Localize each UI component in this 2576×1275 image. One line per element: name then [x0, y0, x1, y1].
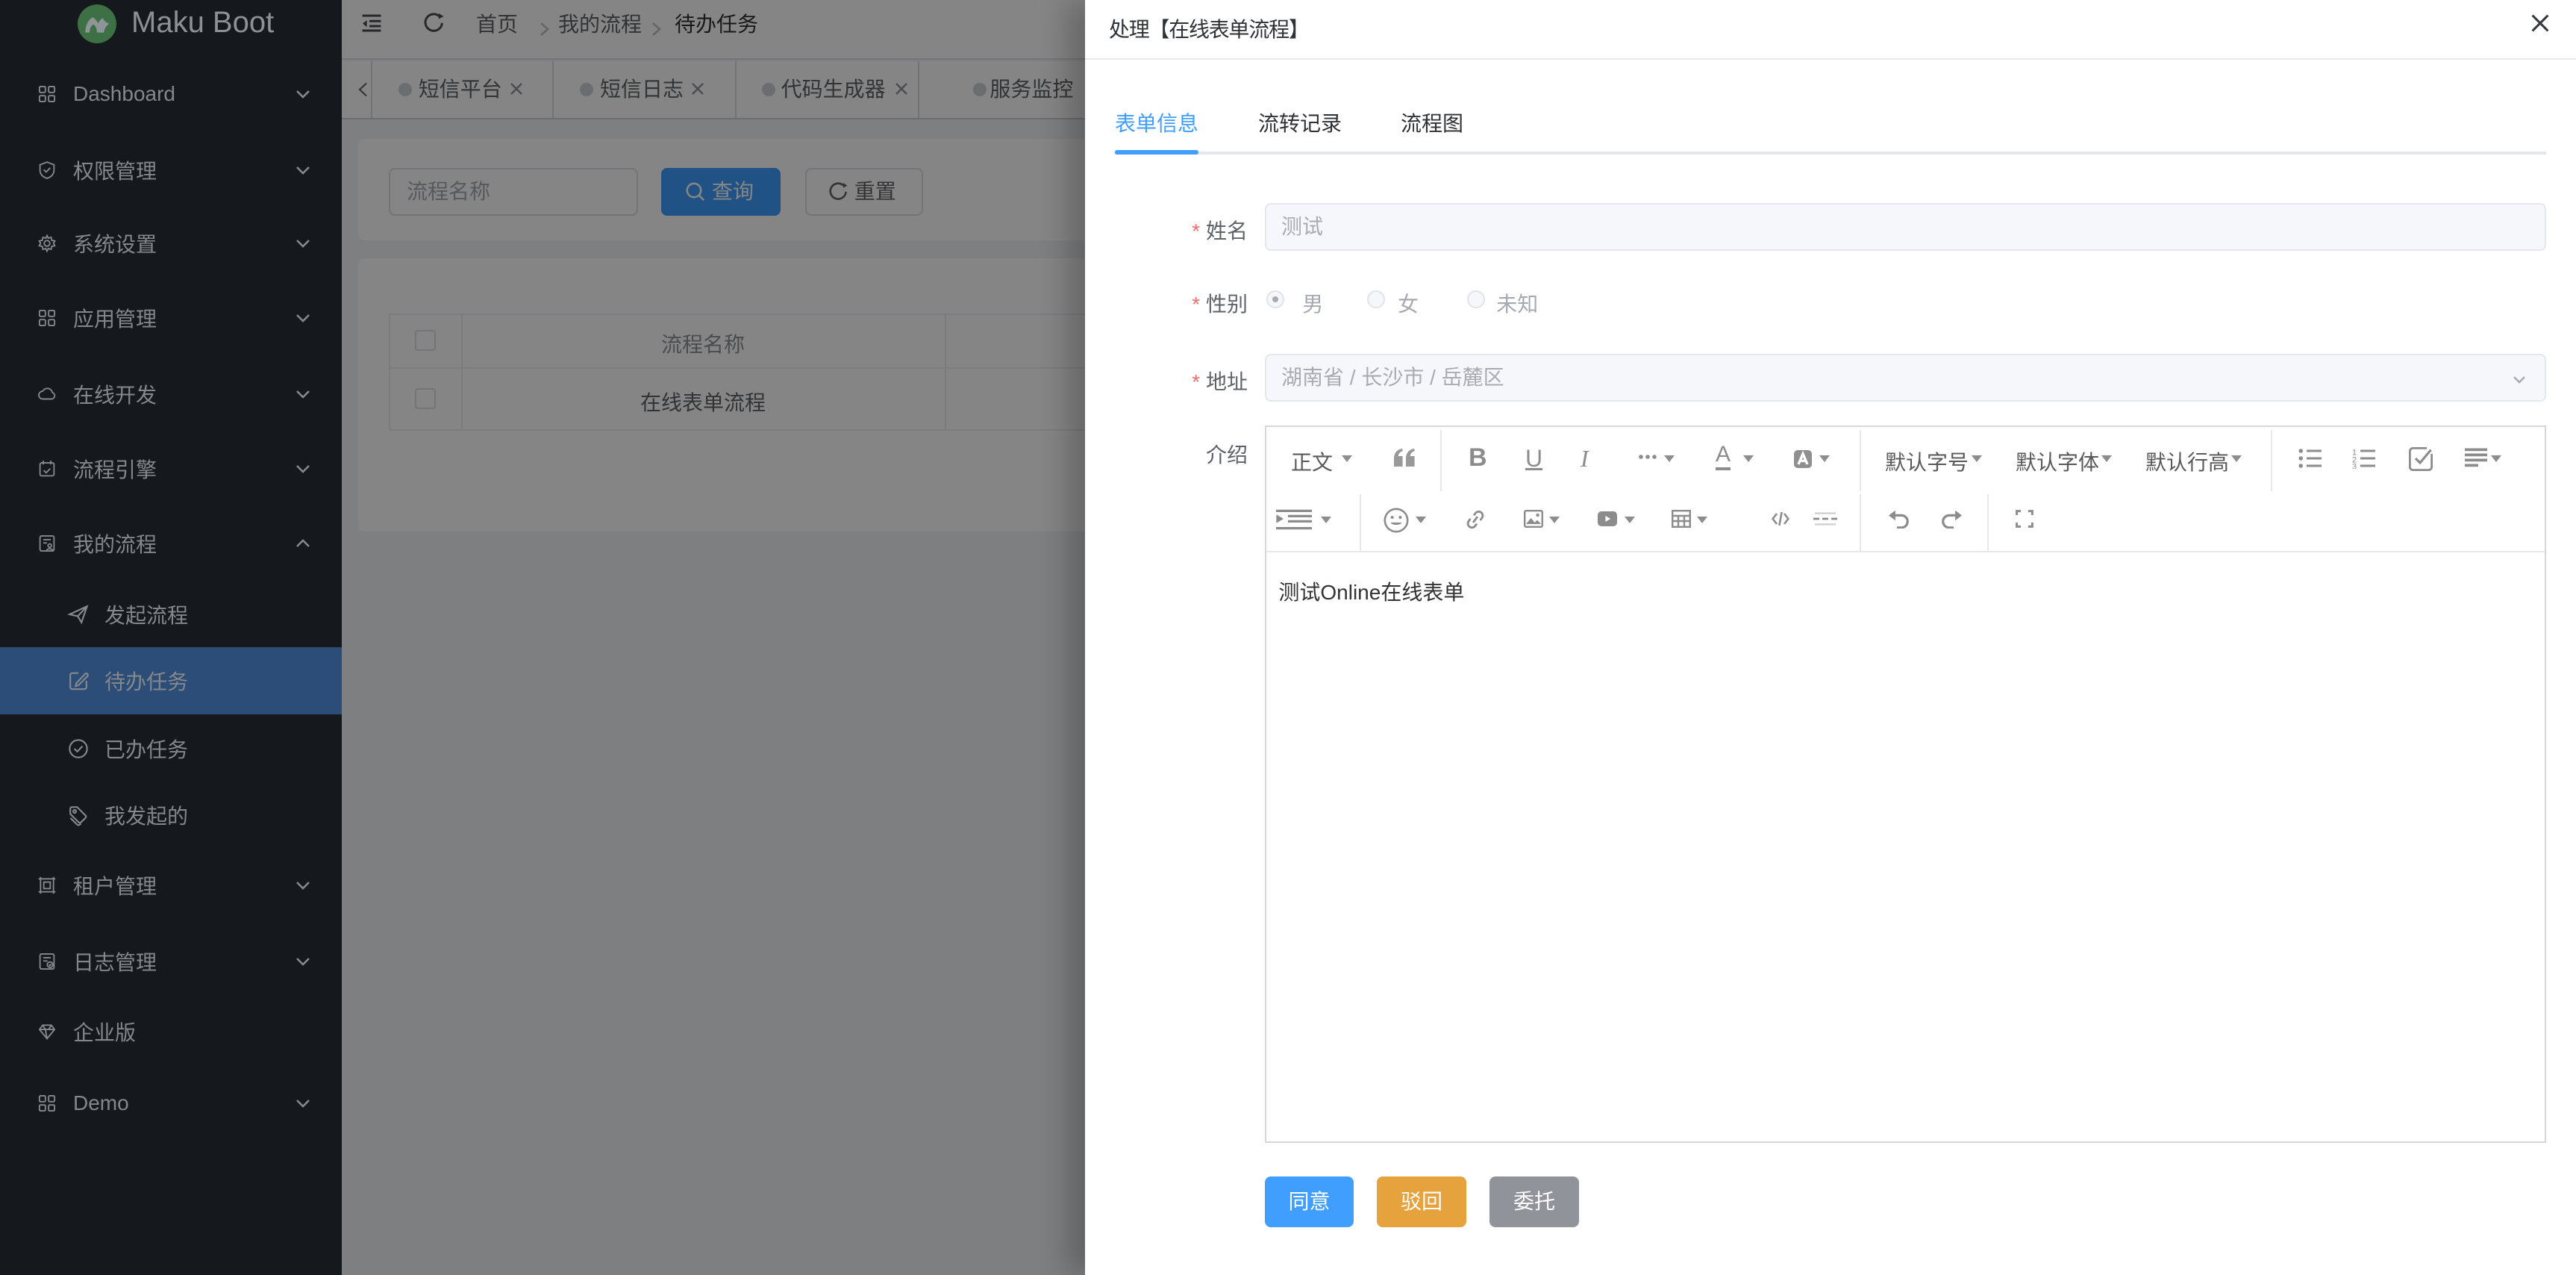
- svg-text:3: 3: [2352, 463, 2357, 469]
